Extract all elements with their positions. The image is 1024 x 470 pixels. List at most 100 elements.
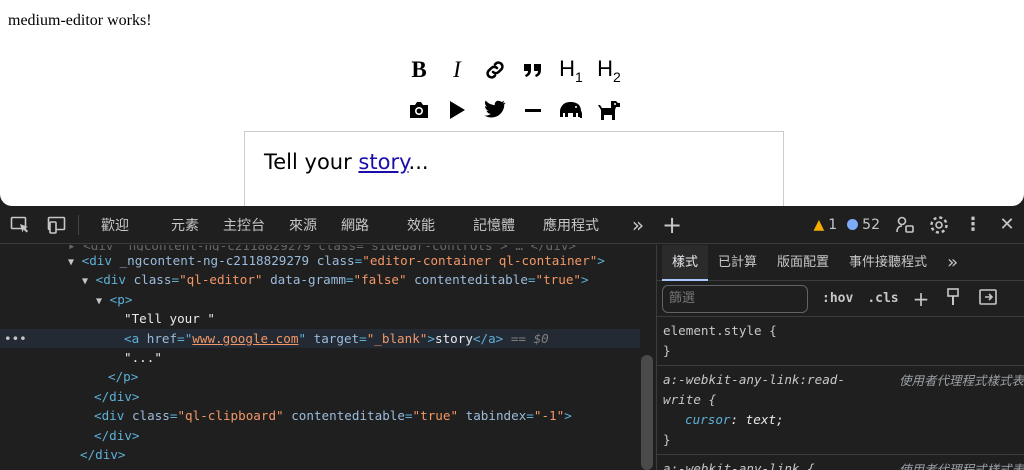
dom-line-p-close[interactable]: </p> [0,367,640,386]
play-icon [450,101,465,119]
ua-rule-read-write[interactable]: a:-webkit-any-link:read- 使用者代理程式樣式表 writ… [657,366,1024,455]
dog-icon [598,101,620,120]
camera-icon [410,102,428,118]
rule-source: 使用者代理程式樣式表 [898,373,1024,388]
messages-badge[interactable]: 52 [847,217,880,233]
page-title: medium-editor works! [8,12,152,29]
dom-line-ql-editor[interactable]: ▼ <div class="ql-editor" data-gramm="fal… [0,270,640,289]
paint-brush-icon[interactable] [945,287,961,310]
minus-icon [525,109,541,112]
more-options-icon[interactable]: ⋮ [956,214,990,235]
rule-declaration[interactable]: cursor: text; [663,410,1018,430]
quote-button[interactable] [514,55,552,85]
more-tabs-icon[interactable]: » [937,245,968,281]
tab-computed[interactable]: 已計算 [708,245,767,281]
dom-line-selected-anchor[interactable]: ••• <a href="www.google.com" target="_bla… [0,328,640,348]
cls-button[interactable]: .cls [867,291,898,306]
hov-button[interactable]: :hov [822,291,853,306]
message-icon [847,219,859,230]
element-style-selector: element.style { [663,323,777,338]
tab-event-listeners[interactable]: 事件接聽程式 [839,245,937,281]
rule-close-brace: } [663,432,671,447]
heading1-button[interactable]: H1 [552,55,590,85]
dom-line-div-close-2[interactable]: </div> [0,426,640,445]
tab-layout[interactable]: 版面配置 [767,245,839,281]
elephant-button[interactable] [552,95,590,125]
styles-panel: 樣式 已計算 版面配置 事件接聽程式 » :hov .cls + element… [657,245,1024,470]
warnings-count: 1 [828,216,838,233]
heading2-icon: H2 [597,55,621,85]
twitter-button[interactable] [476,95,514,125]
tab-elements[interactable]: 元素 [141,215,211,235]
expand-triangle-icon[interactable]: ▼ [96,296,102,307]
inspect-icon [10,216,28,232]
inspect-button[interactable] [0,216,40,234]
dom-line-p[interactable]: ▼ <p> [0,290,640,309]
bold-icon: B [411,57,427,82]
add-tab-icon[interactable]: + [655,211,689,239]
expand-triangle-icon[interactable]: ▼ [82,276,88,287]
tab-sources[interactable]: 來源 [277,215,329,235]
heading1-icon: H1 [559,55,583,85]
dom-line-div-close[interactable]: </div> [0,387,640,406]
dom-line-editor-container[interactable]: ▼ <div _ngcontent-ng-c2118829279 class="… [0,251,640,270]
dom-line-menu-dots[interactable]: ••• [4,329,27,348]
more-tabs-icon[interactable]: » [621,213,655,237]
dom-line-div-close-3[interactable]: </div> [0,445,640,464]
tab-console[interactable]: 主控台 [211,215,277,235]
toolbar-separator [78,214,79,235]
expand-triangle-icon[interactable]: ▼ [68,257,74,268]
bold-button[interactable]: B [400,55,438,85]
elements-panel[interactable]: ▸ <div _ngcontent-ng-c2118829279 class="… [0,245,640,470]
italic-button[interactable]: I [438,55,476,85]
tab-welcome[interactable]: 歡迎 [83,215,141,235]
link-icon [486,61,504,79]
tab-memory[interactable]: 記憶體 [461,215,527,235]
messages-count: 52 [862,216,880,233]
tab-application[interactable]: 應用程式 [527,215,611,235]
editor-toolbar-row2 [400,95,628,125]
styles-filter-bar: :hov .cls + [657,281,1024,317]
heading2-button[interactable]: H2 [590,55,628,85]
dog-button[interactable] [590,95,628,125]
editor-story-link[interactable]: story [358,150,408,174]
editor-content[interactable]: Tell your story... [244,131,784,206]
tab-styles[interactable]: 樣式 [662,245,709,281]
video-button[interactable] [438,95,476,125]
link-button[interactable] [476,55,514,85]
styles-filter-input[interactable] [662,284,808,313]
styles-tabs: 樣式 已計算 版面配置 事件接聽程式 » [657,245,1024,281]
web-page: medium-editor works! B I H1 H2 Tell your… [0,0,1024,206]
tab-performance[interactable]: 效能 [381,215,461,235]
ua-rule-any-link[interactable]: a:-webkit-any-link { 使用者代理程式樣式表 [657,455,1024,470]
settings-button[interactable] [922,215,956,235]
close-icon[interactable]: ✕ [990,214,1024,235]
elements-scrollbar[interactable] [641,355,653,470]
tab-network[interactable]: 網路 [329,215,381,235]
twitter-icon [484,100,506,118]
dom-line-ql-clipboard[interactable]: <div class="ql-clipboard" contenteditabl… [0,406,640,425]
editor-text-after: ... [408,150,429,174]
element-style-rule[interactable]: element.style { } [657,317,1024,366]
elephant-icon [560,102,582,118]
people-icon [896,216,914,233]
sidebar-toggle-icon[interactable] [979,288,998,309]
customize-button[interactable] [888,215,922,235]
devtools-toolbar: 歡迎 元素 主控台 來源 網路 效能 記憶體 應用程式 » + ▲ 1 52 ⋮… [0,206,1024,244]
warnings-badge[interactable]: ▲ 1 [813,217,837,233]
editor-toolbar-row1: B I H1 H2 [400,55,628,85]
warning-icon: ▲ [813,216,825,233]
new-rule-icon[interactable]: + [913,287,930,311]
editor-text-before: Tell your [264,150,359,174]
image-button[interactable] [400,95,438,125]
device-toggle-button[interactable] [40,216,74,234]
dom-line-text-node-2[interactable]: "..." [0,348,640,367]
rule-close-brace: } [663,343,671,358]
rule-selector-cont: write { [663,392,717,407]
dom-line-text-node[interactable]: "Tell your " [0,309,640,328]
device-icon [47,216,66,234]
quote-icon [524,64,541,77]
gear-icon [930,215,948,234]
italic-icon: I [453,57,461,82]
divider-button[interactable] [514,95,552,125]
